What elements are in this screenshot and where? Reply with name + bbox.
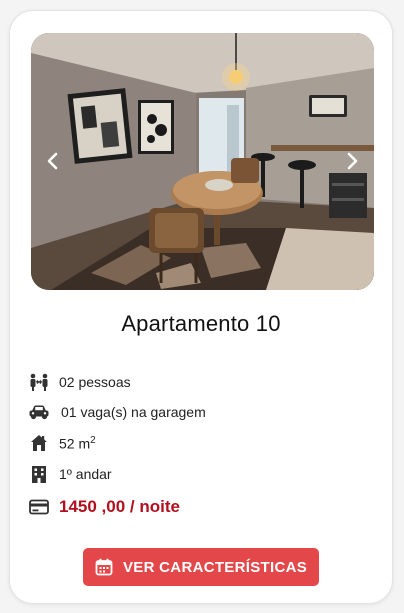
listing-title: Apartamento 10: [121, 311, 281, 336]
chevron-right-icon: [347, 152, 358, 170]
credit-card-icon: [28, 496, 50, 518]
chevron-left-icon: [47, 152, 58, 170]
listing-card: Apartamento 10 02 pessoas 01 vaga(s) na …: [9, 10, 393, 604]
feature-price: 1450 ,00 / noite: [28, 496, 180, 518]
feature-guests-text: 02 pessoas: [59, 374, 131, 390]
feature-area-text: 52 m2: [59, 434, 96, 452]
feature-floor: 1º andar: [28, 463, 112, 485]
house-icon: [28, 432, 50, 454]
car-icon: [28, 401, 50, 423]
feature-guests: 02 pessoas: [28, 371, 131, 393]
calendar-icon: [95, 558, 113, 576]
price-text: 1450 ,00 / noite: [59, 497, 180, 516]
listing-photo: [31, 33, 374, 290]
previous-photo-button[interactable]: [41, 149, 65, 173]
feature-parking: 01 vaga(s) na garagem: [28, 401, 206, 423]
building-icon: [28, 463, 50, 485]
feature-floor-text: 1º andar: [59, 466, 112, 482]
feature-parking-text: 01 vaga(s) na garagem: [61, 404, 206, 420]
feature-area: 52 m2: [28, 432, 96, 454]
view-features-button[interactable]: VER CARACTERÍSTICAS: [83, 548, 319, 586]
view-features-button-label: VER CARACTERÍSTICAS: [122, 558, 308, 576]
next-photo-button[interactable]: [340, 149, 364, 173]
people-icon: [28, 371, 50, 393]
listing-photo-carousel[interactable]: [31, 33, 374, 290]
